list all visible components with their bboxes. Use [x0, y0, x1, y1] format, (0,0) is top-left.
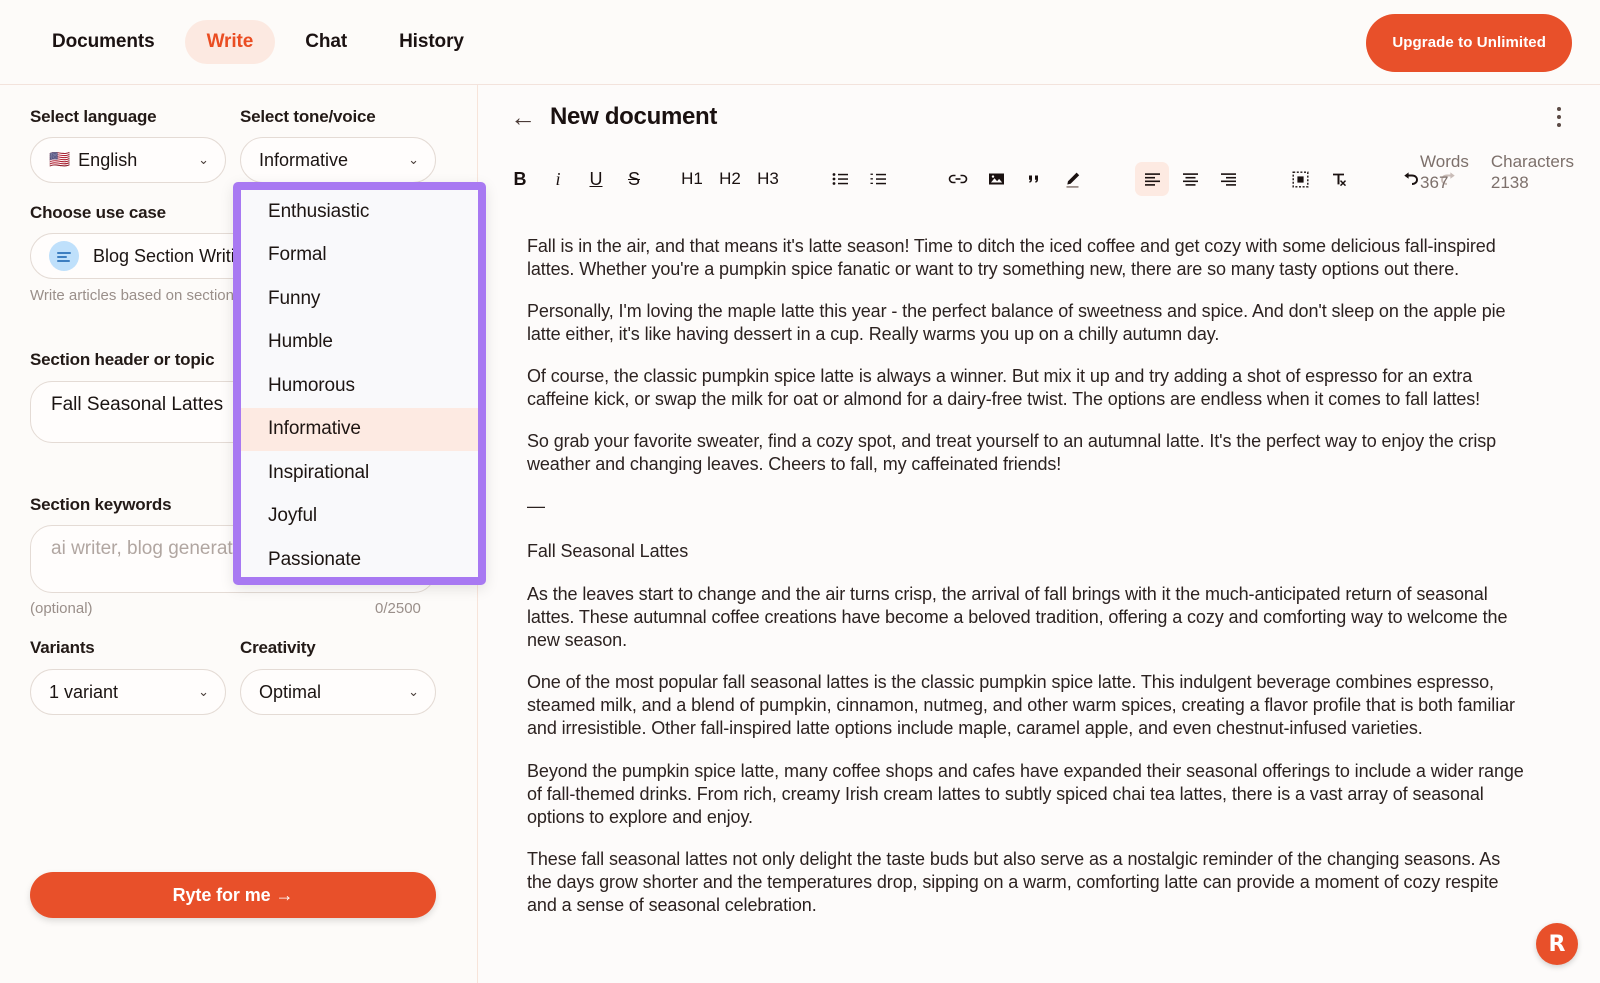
tone-dropdown-list[interactable]: Enthusiastic Formal Funny Humble Humorou…	[233, 182, 486, 585]
tone-option-enthusiastic[interactable]: Enthusiastic	[241, 190, 478, 234]
ryte-for-me-button[interactable]: Ryte for me →	[30, 872, 436, 918]
bold-button[interactable]: B	[503, 162, 537, 196]
numbered-list-icon[interactable]	[861, 162, 895, 196]
bullet-list-icon[interactable]	[823, 162, 857, 196]
ryte-for-me-label: Ryte for me	[173, 885, 271, 905]
keywords-char-counter: 0/2500	[375, 600, 421, 617]
document-paragraph: Fall is in the air, and that means it's …	[527, 235, 1527, 281]
align-center-icon[interactable]	[1173, 162, 1207, 196]
variants-label: Variants	[30, 638, 95, 658]
highlight-pen-icon[interactable]	[1055, 162, 1089, 196]
heading-3-button[interactable]: H3	[751, 162, 785, 196]
strikethrough-button[interactable]: S	[617, 162, 651, 196]
nav-item-documents[interactable]: Documents	[30, 20, 177, 64]
use-case-value: Blog Section Writing	[93, 246, 255, 267]
word-counter: Words 367	[1420, 151, 1469, 194]
nav-item-chat[interactable]: Chat	[283, 20, 369, 64]
character-counter: Characters 2138	[1491, 151, 1574, 194]
blog-section-icon	[49, 241, 79, 271]
app-root: Documents Write Chat History Upgrade to …	[0, 0, 1600, 983]
language-value: English	[78, 150, 137, 171]
top-navigation-bar: Documents Write Chat History Upgrade to …	[0, 0, 1600, 85]
insert-block-icon[interactable]	[1283, 162, 1317, 196]
choose-use-case-label: Choose use case	[30, 203, 166, 223]
document-section-heading: Fall Seasonal Lattes	[527, 540, 1527, 563]
document-paragraph: One of the most popular fall seasonal la…	[527, 671, 1527, 740]
underline-button[interactable]: U	[579, 162, 613, 196]
upgrade-to-unlimited-button[interactable]: Upgrade to Unlimited	[1366, 14, 1572, 72]
image-icon[interactable]	[979, 162, 1013, 196]
document-paragraph: So grab your favorite sweater, find a co…	[527, 430, 1527, 476]
tone-option-formal[interactable]: Formal	[241, 234, 478, 278]
tone-value: Informative	[259, 150, 348, 171]
words-value: 367	[1420, 172, 1469, 193]
document-editor-body[interactable]: Fall is in the air, and that means it's …	[527, 235, 1527, 983]
creativity-label: Creativity	[240, 638, 315, 658]
align-left-icon[interactable]	[1135, 162, 1169, 196]
document-counters: Words 367 Characters 2138	[1420, 151, 1574, 194]
tone-option-funny[interactable]: Funny	[241, 277, 478, 321]
chevron-down-icon: ⌄	[198, 684, 209, 700]
clear-format-icon[interactable]	[1321, 162, 1355, 196]
italic-button[interactable]: i	[541, 162, 575, 196]
nav-item-write[interactable]: Write	[185, 20, 276, 64]
document-pane: ← New document B i U S H1 H2 H3	[479, 85, 1600, 983]
tone-option-joyful[interactable]: Joyful	[241, 495, 478, 539]
heading-2-button[interactable]: H2	[713, 162, 747, 196]
tone-option-humble[interactable]: Humble	[241, 321, 478, 365]
document-paragraph: Of course, the classic pumpkin spice lat…	[527, 365, 1527, 411]
document-title[interactable]: New document	[550, 103, 717, 131]
chevron-down-icon: ⌄	[408, 684, 419, 700]
tone-option-informative[interactable]: Informative	[241, 408, 478, 452]
tone-option-passionate[interactable]: Passionate	[241, 538, 478, 582]
words-label: Words	[1420, 151, 1469, 172]
editor-toolbar: B i U S H1 H2 H3	[503, 155, 1580, 203]
document-paragraph: Beyond the pumpkin spice latte, many cof…	[527, 760, 1527, 829]
section-keywords-label: Section keywords	[30, 495, 171, 515]
tone-option-inspirational[interactable]: Inspirational	[241, 451, 478, 495]
creativity-select[interactable]: Optimal ⌄	[240, 669, 436, 715]
select-tone-label: Select tone/voice	[240, 107, 376, 127]
ryte-help-badge[interactable]: R	[1536, 923, 1578, 965]
nav-item-history[interactable]: History	[377, 20, 486, 64]
nav-items: Documents Write Chat History	[30, 20, 486, 64]
language-select[interactable]: 🇺🇸 English ⌄	[30, 137, 226, 183]
document-divider-dash: —	[527, 495, 1527, 518]
link-icon[interactable]	[941, 162, 975, 196]
keywords-optional-note: (optional)	[30, 600, 93, 617]
document-paragraph: As the leaves start to change and the ai…	[527, 583, 1527, 652]
heading-1-button[interactable]: H1	[675, 162, 709, 196]
quote-icon[interactable]	[1017, 162, 1051, 196]
creativity-value: Optimal	[259, 682, 321, 703]
more-options-icon[interactable]	[1548, 107, 1570, 133]
tone-option-humorous[interactable]: Humorous	[241, 364, 478, 408]
document-paragraph: Personally, I'm loving the maple latte t…	[527, 300, 1527, 346]
characters-value: 2138	[1491, 172, 1574, 193]
section-header-label: Section header or topic	[30, 350, 214, 370]
document-header: ← New document	[510, 103, 717, 131]
variants-value: 1 variant	[49, 682, 118, 703]
chevron-down-icon: ⌄	[198, 152, 209, 168]
back-arrow-icon[interactable]: ←	[510, 104, 536, 130]
tone-select[interactable]: Informative ⌄	[240, 137, 436, 183]
arrow-right-icon: →	[275, 885, 293, 905]
us-flag-icon: 🇺🇸	[49, 150, 70, 170]
align-right-icon[interactable]	[1211, 162, 1245, 196]
select-language-label: Select language	[30, 107, 156, 127]
characters-label: Characters	[1491, 151, 1574, 172]
chevron-down-icon: ⌄	[408, 152, 419, 168]
variants-select[interactable]: 1 variant ⌄	[30, 669, 226, 715]
document-paragraph: These fall seasonal lattes not only deli…	[527, 848, 1527, 917]
